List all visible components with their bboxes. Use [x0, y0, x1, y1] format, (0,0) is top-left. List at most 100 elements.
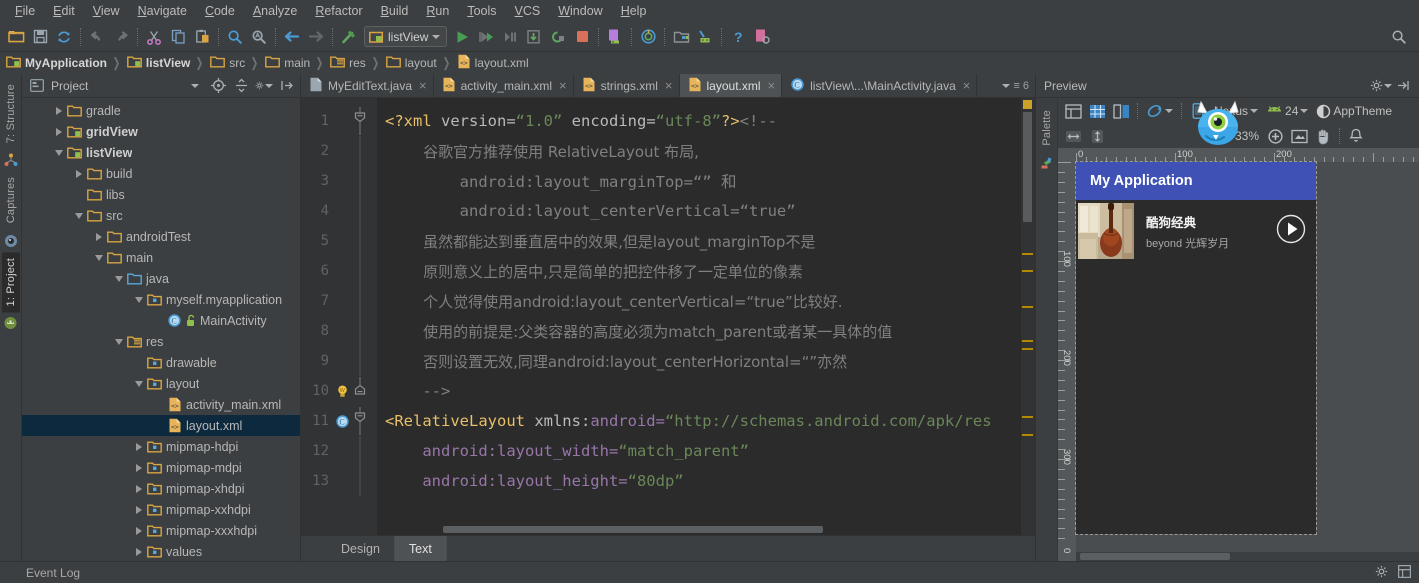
- fold-handle[interactable]: [353, 107, 367, 135]
- chevron-down-icon[interactable]: [1002, 83, 1011, 88]
- redo-icon[interactable]: [109, 25, 133, 49]
- tree-item-gradle[interactable]: gradle: [22, 100, 300, 121]
- tree-item-main[interactable]: main: [22, 247, 300, 268]
- play-circle-icon[interactable]: [1276, 214, 1306, 244]
- sync-icon[interactable]: [52, 25, 76, 49]
- both-mode-icon[interactable]: [1110, 101, 1132, 121]
- android-device-monitor-icon[interactable]: [693, 25, 717, 49]
- menu-item-tools[interactable]: Tools: [458, 2, 505, 20]
- zoom-out-icon[interactable]: [1208, 126, 1230, 146]
- stop-icon[interactable]: [570, 25, 594, 49]
- editor-tab-myedittext-java[interactable]: MyEditText.java ×: [301, 74, 434, 97]
- tree-item-mipmap-hdpi[interactable]: mipmap-hdpi: [22, 436, 300, 457]
- menu-item-navigate[interactable]: Navigate: [129, 2, 196, 20]
- collapse-all-icon[interactable]: [232, 77, 250, 95]
- blueprint-mode-icon[interactable]: [1086, 101, 1108, 121]
- sidebar-item-captures[interactable]: Captures: [2, 171, 20, 229]
- code-line[interactable]: android:layout_centerVertical=“true”: [377, 196, 1021, 226]
- tree-item-myself-myapplication[interactable]: myself.myapplication: [22, 289, 300, 310]
- chevron-right-icon[interactable]: [96, 232, 102, 241]
- code-line[interactable]: -->: [377, 376, 1021, 406]
- tree-item-java[interactable]: java: [22, 268, 300, 289]
- forward-icon[interactable]: [304, 25, 328, 49]
- code-line[interactable]: android:layout_marginTop=“” 和: [377, 166, 1021, 196]
- copy-icon[interactable]: [166, 25, 190, 49]
- tree-item-values[interactable]: values: [22, 541, 300, 561]
- chevron-right-icon[interactable]: [136, 442, 142, 451]
- editor-tab-layout-xml[interactable]: <> layout.xml ×: [679, 74, 783, 97]
- chevron-right-icon[interactable]: [76, 169, 82, 178]
- editor-marker-strip[interactable]: [1021, 98, 1035, 535]
- chevron-right-icon[interactable]: [136, 484, 142, 493]
- sidebar-item-project[interactable]: 1: Project: [1, 251, 20, 312]
- search-everywhere-icon[interactable]: [1387, 25, 1411, 49]
- back-icon[interactable]: [280, 25, 304, 49]
- theme-selector[interactable]: AppTheme: [1313, 104, 1395, 119]
- list-item[interactable]: 酷狗经典 beyond 光辉岁月: [1076, 200, 1316, 259]
- run-step-icon[interactable]: [498, 25, 522, 49]
- chevron-right-icon[interactable]: [136, 463, 142, 472]
- preview-hscrollbar-thumb[interactable]: [1080, 553, 1230, 560]
- run-icon[interactable]: [450, 25, 474, 49]
- breadcrumb-item-layout-xml[interactable]: <> layout.xml: [453, 52, 532, 74]
- tab-list-icon[interactable]: ≡: [1013, 80, 1019, 92]
- save-all-icon[interactable]: [28, 25, 52, 49]
- menu-item-build[interactable]: Build: [372, 2, 418, 20]
- editor-scrollbar-thumb[interactable]: [1023, 112, 1032, 222]
- menu-item-view[interactable]: View: [84, 2, 129, 20]
- code-line[interactable]: 原则意义上的居中,只是简单的把控件移了一定单位的像素: [377, 256, 1021, 286]
- chevron-right-icon[interactable]: [136, 505, 142, 514]
- zoom-in-icon[interactable]: [1264, 126, 1286, 146]
- sync-gradle-icon[interactable]: [636, 25, 660, 49]
- debug-icon[interactable]: [474, 25, 498, 49]
- menu-item-window[interactable]: Window: [549, 2, 611, 20]
- editor-tab-strings-xml[interactable]: <> strings.xml ×: [573, 74, 680, 97]
- chevron-right-icon[interactable]: [136, 547, 142, 556]
- close-icon[interactable]: ×: [665, 78, 673, 93]
- gear-icon[interactable]: [255, 77, 273, 95]
- tree-item-gridview[interactable]: gridView: [22, 121, 300, 142]
- tree-item-mipmap-xxxhdpi[interactable]: mipmap-xxxhdpi: [22, 520, 300, 541]
- tree-item-mipmap-mdpi[interactable]: mipmap-mdpi: [22, 457, 300, 478]
- horizontal-constraint-icon[interactable]: [1062, 126, 1084, 146]
- tree-item-libs[interactable]: libs: [22, 184, 300, 205]
- chevron-down-icon[interactable]: [135, 380, 143, 387]
- class-icon[interactable]: C: [331, 414, 353, 429]
- chevron-down-icon[interactable]: [95, 254, 103, 261]
- code-line[interactable]: 谷歌官方推荐使用 RelativeLayout 布局,: [377, 136, 1021, 166]
- layout-inspector-icon[interactable]: [750, 25, 774, 49]
- breadcrumb-item-listview[interactable]: listView: [123, 52, 193, 74]
- close-icon[interactable]: ×: [559, 78, 567, 93]
- find-icon[interactable]: [223, 25, 247, 49]
- undo-icon[interactable]: [85, 25, 109, 49]
- avd-manager-icon[interactable]: [603, 25, 627, 49]
- project-tree[interactable]: gradle gridView listView build libs src androi…: [22, 98, 300, 561]
- install-icon[interactable]: [522, 25, 546, 49]
- phone-icon[interactable]: [1187, 101, 1209, 121]
- tree-item-mipmap-xhdpi[interactable]: mipmap-xhdpi: [22, 478, 300, 499]
- chevron-right-icon[interactable]: [56, 127, 62, 136]
- code-line[interactable]: android:layout_height= “80dp”: [377, 466, 1021, 496]
- chevron-down-icon[interactable]: [75, 212, 83, 219]
- menu-item-edit[interactable]: Edit: [44, 2, 84, 20]
- tree-item-layout[interactable]: layout: [22, 373, 300, 394]
- sidebar-item-structure[interactable]: 7: Structure: [2, 78, 20, 149]
- menu-item-analyze[interactable]: Analyze: [244, 2, 306, 20]
- help-icon[interactable]: ?: [726, 25, 750, 49]
- restart-icon[interactable]: [546, 25, 570, 49]
- menu-item-refactor[interactable]: Refactor: [306, 2, 371, 20]
- tree-item-activity-main-xml[interactable]: <> activity_main.xml: [22, 394, 300, 415]
- editor-gutter[interactable]: 1 2 3 4 5 6 7 8 9 10 W 11 C 12 13: [301, 98, 377, 535]
- chevron-down-icon[interactable]: [135, 296, 143, 303]
- event-log-button[interactable]: Event Log: [26, 566, 80, 580]
- bell-icon[interactable]: [1345, 126, 1367, 146]
- rotate-icon[interactable]: [1143, 103, 1176, 119]
- preview-canvas[interactable]: 0 100 200 100 200 300 0 My Application 酷…: [1058, 148, 1419, 561]
- tree-item-drawable[interactable]: drawable: [22, 352, 300, 373]
- api-level-selector[interactable]: 24: [1263, 104, 1311, 118]
- code-line[interactable]: 虽然都能达到垂直居中的效果,但是layout_marginTop不是: [377, 226, 1021, 256]
- tree-item-res[interactable]: res: [22, 331, 300, 352]
- hide-panel-icon[interactable]: [1392, 76, 1414, 96]
- palette-label[interactable]: Palette: [1038, 104, 1056, 152]
- menu-item-run[interactable]: Run: [417, 2, 458, 20]
